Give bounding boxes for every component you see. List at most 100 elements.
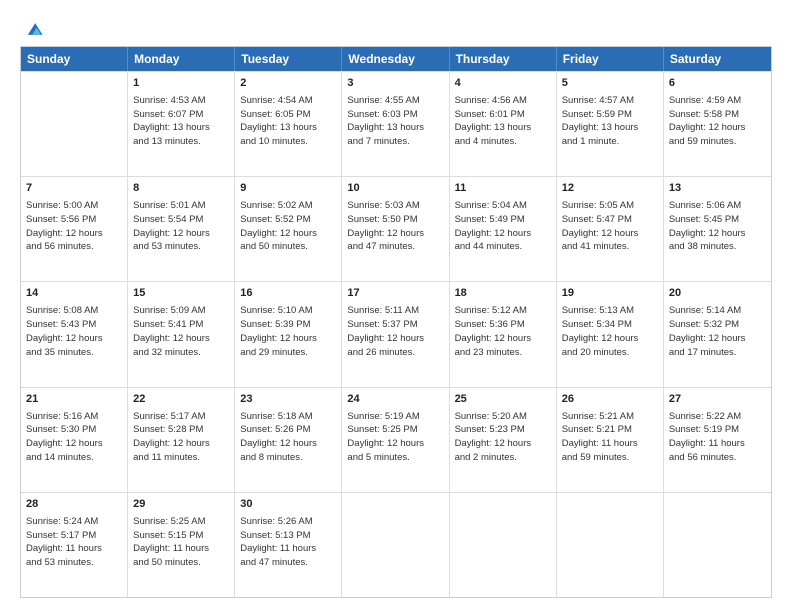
day-info-line: and 7 minutes.: [347, 135, 443, 149]
day-number: 26: [562, 392, 658, 408]
day-info-line: Sunrise: 5:10 AM: [240, 304, 336, 318]
day-header-tuesday: Tuesday: [235, 47, 342, 71]
day-header-thursday: Thursday: [450, 47, 557, 71]
day-number: 13: [669, 181, 766, 197]
day-number: 2: [240, 76, 336, 92]
day-info-line: Sunset: 5:34 PM: [562, 318, 658, 332]
calendar-day-16: 16Sunrise: 5:10 AMSunset: 5:39 PMDayligh…: [235, 282, 342, 386]
day-info-line: Daylight: 12 hours: [240, 227, 336, 241]
day-info-line: Sunset: 5:13 PM: [240, 529, 336, 543]
day-info-line: Sunrise: 5:03 AM: [347, 199, 443, 213]
day-number: 7: [26, 181, 122, 197]
day-info-line: and 23 minutes.: [455, 346, 551, 360]
calendar-day-10: 10Sunrise: 5:03 AMSunset: 5:50 PMDayligh…: [342, 177, 449, 281]
day-info-line: Sunrise: 5:04 AM: [455, 199, 551, 213]
day-info-line: Daylight: 12 hours: [455, 437, 551, 451]
day-number: 9: [240, 181, 336, 197]
day-info-line: Sunrise: 5:21 AM: [562, 410, 658, 424]
day-info-line: and 1 minute.: [562, 135, 658, 149]
day-info-line: Daylight: 12 hours: [133, 332, 229, 346]
day-info-line: Sunrise: 4:59 AM: [669, 94, 766, 108]
day-number: 1: [133, 76, 229, 92]
day-number: 8: [133, 181, 229, 197]
day-info-line: and 59 minutes.: [669, 135, 766, 149]
day-info-line: Daylight: 12 hours: [347, 227, 443, 241]
calendar-day-18: 18Sunrise: 5:12 AMSunset: 5:36 PMDayligh…: [450, 282, 557, 386]
day-info-line: Sunrise: 5:00 AM: [26, 199, 122, 213]
calendar-day-26: 26Sunrise: 5:21 AMSunset: 5:21 PMDayligh…: [557, 388, 664, 492]
day-info-line: Daylight: 12 hours: [26, 332, 122, 346]
day-info-line: Sunset: 6:01 PM: [455, 108, 551, 122]
day-info-line: Sunset: 5:36 PM: [455, 318, 551, 332]
day-info-line: and 38 minutes.: [669, 240, 766, 254]
header: [20, 18, 772, 36]
day-number: 16: [240, 286, 336, 302]
day-number: 30: [240, 497, 336, 513]
day-info-line: Sunset: 5:30 PM: [26, 423, 122, 437]
day-info-line: Daylight: 11 hours: [26, 542, 122, 556]
day-info-line: Sunrise: 5:18 AM: [240, 410, 336, 424]
calendar-day-17: 17Sunrise: 5:11 AMSunset: 5:37 PMDayligh…: [342, 282, 449, 386]
calendar-day-29: 29Sunrise: 5:25 AMSunset: 5:15 PMDayligh…: [128, 493, 235, 597]
day-info-line: Sunrise: 5:16 AM: [26, 410, 122, 424]
calendar: SundayMondayTuesdayWednesdayThursdayFrid…: [20, 46, 772, 598]
day-info-line: and 35 minutes.: [26, 346, 122, 360]
day-info-line: Daylight: 12 hours: [133, 227, 229, 241]
day-info-line: and 14 minutes.: [26, 451, 122, 465]
day-info-line: and 8 minutes.: [240, 451, 336, 465]
day-info-line: Sunset: 5:21 PM: [562, 423, 658, 437]
day-info-line: Sunrise: 5:26 AM: [240, 515, 336, 529]
day-info-line: and 56 minutes.: [669, 451, 766, 465]
day-info-line: and 47 minutes.: [240, 556, 336, 570]
day-info-line: Daylight: 12 hours: [455, 332, 551, 346]
day-number: 11: [455, 181, 551, 197]
calendar-day-30: 30Sunrise: 5:26 AMSunset: 5:13 PMDayligh…: [235, 493, 342, 597]
calendar-day-4: 4Sunrise: 4:56 AMSunset: 6:01 PMDaylight…: [450, 72, 557, 176]
day-info-line: Sunset: 5:56 PM: [26, 213, 122, 227]
day-info-line: Sunrise: 5:17 AM: [133, 410, 229, 424]
calendar-day-14: 14Sunrise: 5:08 AMSunset: 5:43 PMDayligh…: [21, 282, 128, 386]
day-info-line: and 50 minutes.: [240, 240, 336, 254]
day-info-line: Sunset: 5:43 PM: [26, 318, 122, 332]
day-info-line: Daylight: 13 hours: [347, 121, 443, 135]
calendar-day-2: 2Sunrise: 4:54 AMSunset: 6:05 PMDaylight…: [235, 72, 342, 176]
day-info-line: Sunset: 5:59 PM: [562, 108, 658, 122]
day-info-line: Sunrise: 5:25 AM: [133, 515, 229, 529]
day-number: 24: [347, 392, 443, 408]
day-info-line: Sunset: 5:15 PM: [133, 529, 229, 543]
calendar-day-20: 20Sunrise: 5:14 AMSunset: 5:32 PMDayligh…: [664, 282, 771, 386]
calendar-day-22: 22Sunrise: 5:17 AMSunset: 5:28 PMDayligh…: [128, 388, 235, 492]
day-info-line: Daylight: 12 hours: [562, 227, 658, 241]
calendar-header: SundayMondayTuesdayWednesdayThursdayFrid…: [21, 47, 771, 71]
day-number: 5: [562, 76, 658, 92]
calendar-day-11: 11Sunrise: 5:04 AMSunset: 5:49 PMDayligh…: [450, 177, 557, 281]
day-info-line: Sunset: 6:07 PM: [133, 108, 229, 122]
calendar-day-28: 28Sunrise: 5:24 AMSunset: 5:17 PMDayligh…: [21, 493, 128, 597]
day-info-line: Daylight: 11 hours: [133, 542, 229, 556]
day-info-line: and 59 minutes.: [562, 451, 658, 465]
day-info-line: Sunset: 5:25 PM: [347, 423, 443, 437]
day-number: 12: [562, 181, 658, 197]
day-info-line: and 50 minutes.: [133, 556, 229, 570]
day-info-line: Daylight: 13 hours: [562, 121, 658, 135]
calendar-day-9: 9Sunrise: 5:02 AMSunset: 5:52 PMDaylight…: [235, 177, 342, 281]
day-info-line: Sunset: 6:03 PM: [347, 108, 443, 122]
day-number: 4: [455, 76, 551, 92]
calendar-week-3: 14Sunrise: 5:08 AMSunset: 5:43 PMDayligh…: [21, 281, 771, 386]
page: SundayMondayTuesdayWednesdayThursdayFrid…: [0, 0, 792, 612]
calendar-day-3: 3Sunrise: 4:55 AMSunset: 6:03 PMDaylight…: [342, 72, 449, 176]
calendar-day-empty: [21, 72, 128, 176]
day-info-line: and 10 minutes.: [240, 135, 336, 149]
calendar-day-24: 24Sunrise: 5:19 AMSunset: 5:25 PMDayligh…: [342, 388, 449, 492]
calendar-day-27: 27Sunrise: 5:22 AMSunset: 5:19 PMDayligh…: [664, 388, 771, 492]
day-info-line: Sunset: 5:17 PM: [26, 529, 122, 543]
day-info-line: and 4 minutes.: [455, 135, 551, 149]
day-number: 19: [562, 286, 658, 302]
day-info-line: Sunset: 5:41 PM: [133, 318, 229, 332]
day-info-line: Sunrise: 5:19 AM: [347, 410, 443, 424]
day-info-line: Sunset: 5:47 PM: [562, 213, 658, 227]
day-info-line: Sunrise: 4:54 AM: [240, 94, 336, 108]
day-info-line: Sunrise: 5:09 AM: [133, 304, 229, 318]
day-header-wednesday: Wednesday: [342, 47, 449, 71]
day-info-line: Daylight: 12 hours: [240, 437, 336, 451]
